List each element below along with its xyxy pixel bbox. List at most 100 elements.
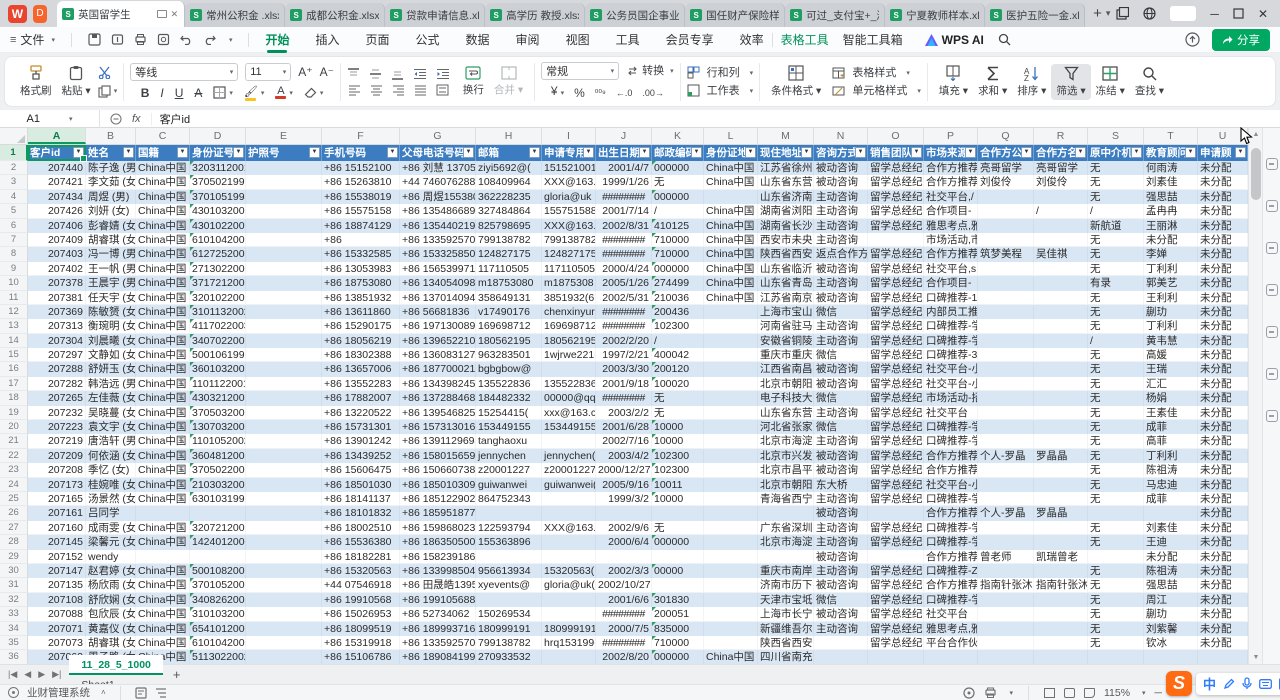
- cell[interactable]: 汇汇: [1144, 377, 1198, 391]
- cell[interactable]: 蒯玏: [1144, 607, 1198, 621]
- cell[interactable]: +86 1573130169: [400, 420, 476, 434]
- cell[interactable]: +86 刘慧 137052: [400, 161, 476, 175]
- cell[interactable]: [1034, 564, 1088, 578]
- cell[interactable]: [704, 622, 758, 636]
- cell[interactable]: 000000: [652, 161, 704, 175]
- cell[interactable]: +86 1971300890: [400, 319, 476, 333]
- cell[interactable]: 102300: [652, 449, 704, 463]
- row-number[interactable]: 3: [0, 175, 28, 189]
- cell[interactable]: China中国: [136, 622, 190, 636]
- cell[interactable]: 400042: [652, 348, 704, 362]
- cell[interactable]: 301830: [652, 593, 704, 607]
- cell[interactable]: 合作方推荐: [924, 506, 978, 520]
- row-number[interactable]: 11: [0, 291, 28, 305]
- justify-icon[interactable]: [414, 84, 427, 96]
- header-cell[interactable]: 身份证地▼: [704, 145, 758, 161]
- cell[interactable]: +86 1360831276: [400, 348, 476, 362]
- cell[interactable]: 口碑推荐-学: [924, 593, 978, 607]
- header-cell[interactable]: 合作方名▼: [1034, 145, 1088, 161]
- file-tab[interactable]: S高学历 教授.xlsx: [485, 3, 585, 27]
- cell[interactable]: 钦冰: [1144, 636, 1198, 650]
- cell[interactable]: 10000: [652, 434, 704, 448]
- cell[interactable]: [190, 506, 246, 520]
- cell[interactable]: 主动咨询: [814, 190, 868, 204]
- cell[interactable]: 207165: [28, 492, 86, 506]
- cell[interactable]: 丁利利: [1144, 319, 1198, 333]
- cell[interactable]: 口碑推荐-学: [924, 535, 978, 549]
- cell[interactable]: 凯瑞曾老: [1034, 550, 1088, 564]
- cell[interactable]: 10000: [652, 420, 704, 434]
- cell[interactable]: 主动咨询: [814, 535, 868, 549]
- cell[interactable]: +86 18753080: [322, 276, 400, 290]
- cell[interactable]: ########: [596, 391, 652, 405]
- cell[interactable]: [246, 506, 322, 520]
- cell[interactable]: 32010220020531242X: [190, 291, 246, 305]
- cell[interactable]: [1034, 420, 1088, 434]
- header-cell[interactable]: 父母电话号码▼: [400, 145, 476, 161]
- menu-item[interactable]: 工具: [614, 27, 642, 52]
- tab-list-chevron-icon[interactable]: ▾: [1106, 8, 1111, 19]
- cell[interactable]: +86 18182281: [322, 550, 400, 564]
- cell[interactable]: 李文茹 (女: [86, 175, 136, 189]
- cell[interactable]: 丁利利: [1144, 262, 1198, 276]
- cell[interactable]: China中国: [136, 535, 190, 549]
- cell[interactable]: [1034, 190, 1088, 204]
- cell[interactable]: [542, 650, 596, 664]
- cell[interactable]: 留学总经纪: [868, 319, 924, 333]
- table-style-button[interactable]: 表格样式▾: [832, 66, 921, 80]
- cell[interactable]: 留学总经纪: [868, 478, 924, 492]
- row-number[interactable]: 9: [0, 262, 28, 276]
- cell[interactable]: +44 7460762888: [400, 175, 476, 189]
- cell[interactable]: 西安市未央: [758, 233, 814, 247]
- cell[interactable]: +86 1335925706: [400, 636, 476, 650]
- select-all-corner[interactable]: [0, 128, 28, 145]
- cell[interactable]: [978, 391, 1034, 405]
- cell[interactable]: 无: [1088, 578, 1144, 592]
- cell[interactable]: [246, 377, 322, 391]
- cell[interactable]: [978, 305, 1034, 319]
- row-number[interactable]: 27: [0, 521, 28, 535]
- ime-chinese-mode-icon[interactable]: 中: [1203, 674, 1216, 693]
- cell[interactable]: 社交平台-小: [924, 377, 978, 391]
- insert-function-button[interactable]: fx: [132, 113, 141, 125]
- cell[interactable]: +86 15290175: [322, 319, 400, 333]
- cell[interactable]: 成菲: [1144, 492, 1198, 506]
- cell[interactable]: 2002/10/27: [596, 578, 652, 592]
- cell[interactable]: [246, 204, 322, 218]
- cell[interactable]: 500108200203035125: [190, 564, 246, 578]
- cell[interactable]: 207409: [28, 233, 86, 247]
- cell[interactable]: 留学总经纪: [868, 463, 924, 477]
- cell[interactable]: 未分配: [1198, 190, 1248, 204]
- cell[interactable]: +86 13611860: [322, 305, 400, 319]
- cell[interactable]: 169698712: [476, 319, 542, 333]
- cell[interactable]: ########: [596, 190, 652, 204]
- cell[interactable]: [652, 506, 704, 520]
- cell[interactable]: 无: [652, 406, 704, 420]
- scroll-down-icon[interactable]: ▼: [1249, 654, 1263, 661]
- cell[interactable]: 无: [1088, 391, 1144, 405]
- cell[interactable]: 赵君婷 (女: [86, 564, 136, 578]
- cell[interactable]: 上海市宝山: [758, 305, 814, 319]
- cell[interactable]: [704, 319, 758, 333]
- cell[interactable]: 未分配: [1198, 305, 1248, 319]
- cell[interactable]: xxx@163.c(: [542, 406, 596, 420]
- cell[interactable]: [704, 305, 758, 319]
- tab-smart-toolbox[interactable]: 智能工具箱: [841, 27, 905, 52]
- cell[interactable]: 124827175: [476, 247, 542, 261]
- cell[interactable]: 被动咨询: [814, 377, 868, 391]
- cell[interactable]: 济南市历下: [758, 578, 814, 592]
- column-header[interactable]: J: [596, 128, 652, 144]
- cell[interactable]: 王迪: [1144, 535, 1198, 549]
- cell[interactable]: [246, 593, 322, 607]
- cell[interactable]: 被动咨询: [814, 578, 868, 592]
- cell[interactable]: 留学总经纪: [868, 391, 924, 405]
- cell[interactable]: 主动咨询: [814, 622, 868, 636]
- column-header[interactable]: G: [400, 128, 476, 144]
- cell[interactable]: 天津市宝坻: [758, 593, 814, 607]
- cell[interactable]: 亮哥留学: [978, 161, 1034, 175]
- reader-view-icon[interactable]: [1084, 688, 1095, 698]
- cell[interactable]: +86 1877000215: [400, 362, 476, 376]
- cell[interactable]: 未分配: [1198, 262, 1248, 276]
- cell[interactable]: 高媛: [1144, 348, 1198, 362]
- cell[interactable]: 207378: [28, 276, 86, 290]
